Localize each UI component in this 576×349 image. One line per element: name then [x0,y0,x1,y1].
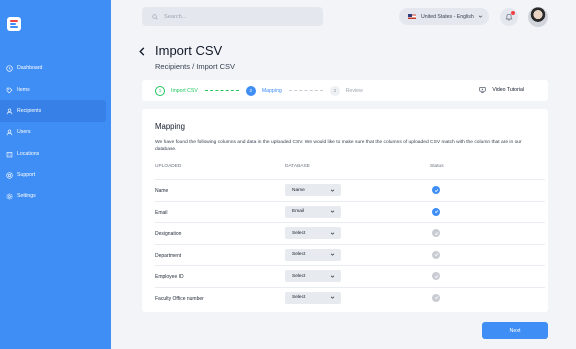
sidebar-item-dashboard[interactable]: Dashboard [0,57,111,79]
sidebar-item-settings[interactable]: Settings [0,185,111,207]
breadcrumb: Recipients / Import CSV [155,62,236,71]
table-row: Faculty Office number Select [155,286,545,309]
section-description: We have found the following columns and … [155,140,522,152]
tag-icon [5,86,13,94]
sidebar-item-users[interactable]: Users [0,121,111,143]
table-row: Department Select [155,243,545,266]
sidebar-item-locations[interactable]: Locations [0,143,111,165]
chevron-down-icon [478,15,482,18]
select-value: Select [292,273,306,279]
import-stepper: 1 Import CSV 2 Mapping 3 Review Video Tu… [142,80,548,101]
step-number: 2 [245,85,256,96]
lifebuoy-icon [5,171,13,179]
select-value: Select [292,230,306,236]
sidebar-item-label: Items [17,87,30,93]
sidebar-item-recipients[interactable]: Recipients [0,100,106,122]
user-icon [5,128,13,136]
step-mapping[interactable]: 2 Mapping [245,85,282,96]
next-button[interactable]: Next [482,322,548,339]
column-header-database: DATABASE [285,164,310,169]
database-column-select[interactable]: Select [285,227,341,239]
notifications-button[interactable] [500,8,518,26]
step-review[interactable]: 3 Review [329,85,363,96]
chevron-left-icon [139,46,145,56]
uploaded-column-name: Faculty Office number [155,295,204,302]
sidebar: Dashboard Items Recipients Users Locatio… [0,0,111,349]
notification-badge [511,11,515,15]
uploaded-column-name: Designation [155,231,182,237]
video-tutorial-label: Video Tutorial [492,86,524,93]
uploaded-column-name: Department [155,252,182,259]
back-button[interactable] [138,45,148,57]
database-column-select[interactable]: Select [285,291,341,304]
video-tutorial-link[interactable]: Video Tutorial [479,86,524,93]
database-column-select[interactable]: Name [285,184,341,196]
sidebar-item-label: Settings [17,193,36,199]
page-title: Import CSV [155,43,223,58]
step-label: Mapping [261,87,282,94]
step-label: Import CSV [171,87,198,94]
table-header: UPLOADED DATABASE Status [155,164,545,174]
sidebar-item-items[interactable]: Items [0,79,111,101]
step-connector [204,90,239,91]
app-logo[interactable] [7,17,21,31]
table-row: Designation Select [155,222,545,244]
language-selector[interactable]: United States - English [399,8,489,25]
database-column-select[interactable]: Email [285,205,341,218]
uploaded-column-name: Email [155,209,168,216]
language-label: United States - English [421,13,474,20]
table-row: Email Email [155,200,545,223]
sidebar-item-label: Support [17,172,36,178]
table-row: Employee ID Select [155,265,545,287]
chevron-down-icon [330,275,335,278]
chevron-down-icon [330,189,335,192]
column-header-status: Status [430,164,444,169]
select-value: Name [292,187,305,193]
database-column-select[interactable]: Select [285,248,341,261]
unmapped-check-icon [432,229,440,237]
sidebar-item-support[interactable]: Support [0,164,111,186]
search-bar[interactable] [142,7,323,26]
chevron-down-icon [330,296,335,299]
column-header-uploaded: UPLOADED [155,164,182,169]
step-connector [288,90,323,91]
select-value: Email [292,209,304,214]
chevron-down-icon [330,232,335,235]
chevron-down-icon [330,253,335,256]
unmapped-check-icon [432,250,440,259]
search-input[interactable] [164,13,304,20]
sidebar-item-label: Users [17,129,31,135]
avatar[interactable] [528,7,548,27]
sidebar-item-label: Dashboard [17,65,43,71]
chevron-down-icon [330,210,335,213]
video-icon [479,86,486,93]
step-label: Review [345,87,363,94]
search-icon [152,13,158,20]
mapped-check-icon [432,186,440,194]
gear-icon [5,192,13,200]
mapping-card: Mapping We have found the following colu… [142,109,548,312]
table-row: Name Name [155,179,545,201]
unmapped-check-icon [432,293,440,302]
step-number: 3 [329,85,340,96]
select-value: Select [292,252,306,257]
sidebar-item-label: Locations [17,151,40,157]
sidebar-item-label: Recipients [17,108,42,114]
section-title: Mapping [155,122,185,131]
database-column-select[interactable]: Select [285,270,341,282]
select-value: Select [292,295,306,300]
step-import-csv[interactable]: 1 Import CSV [155,85,198,96]
clock-icon [5,64,13,72]
step-number: 1 [155,85,165,96]
unmapped-check-icon [432,272,440,280]
uploaded-column-name: Name [155,188,169,194]
building-icon [5,150,13,158]
mapped-check-icon [432,207,440,216]
uploaded-column-name: Employee ID [155,274,184,280]
user-icon [5,107,13,115]
us-flag-icon [408,14,416,19]
